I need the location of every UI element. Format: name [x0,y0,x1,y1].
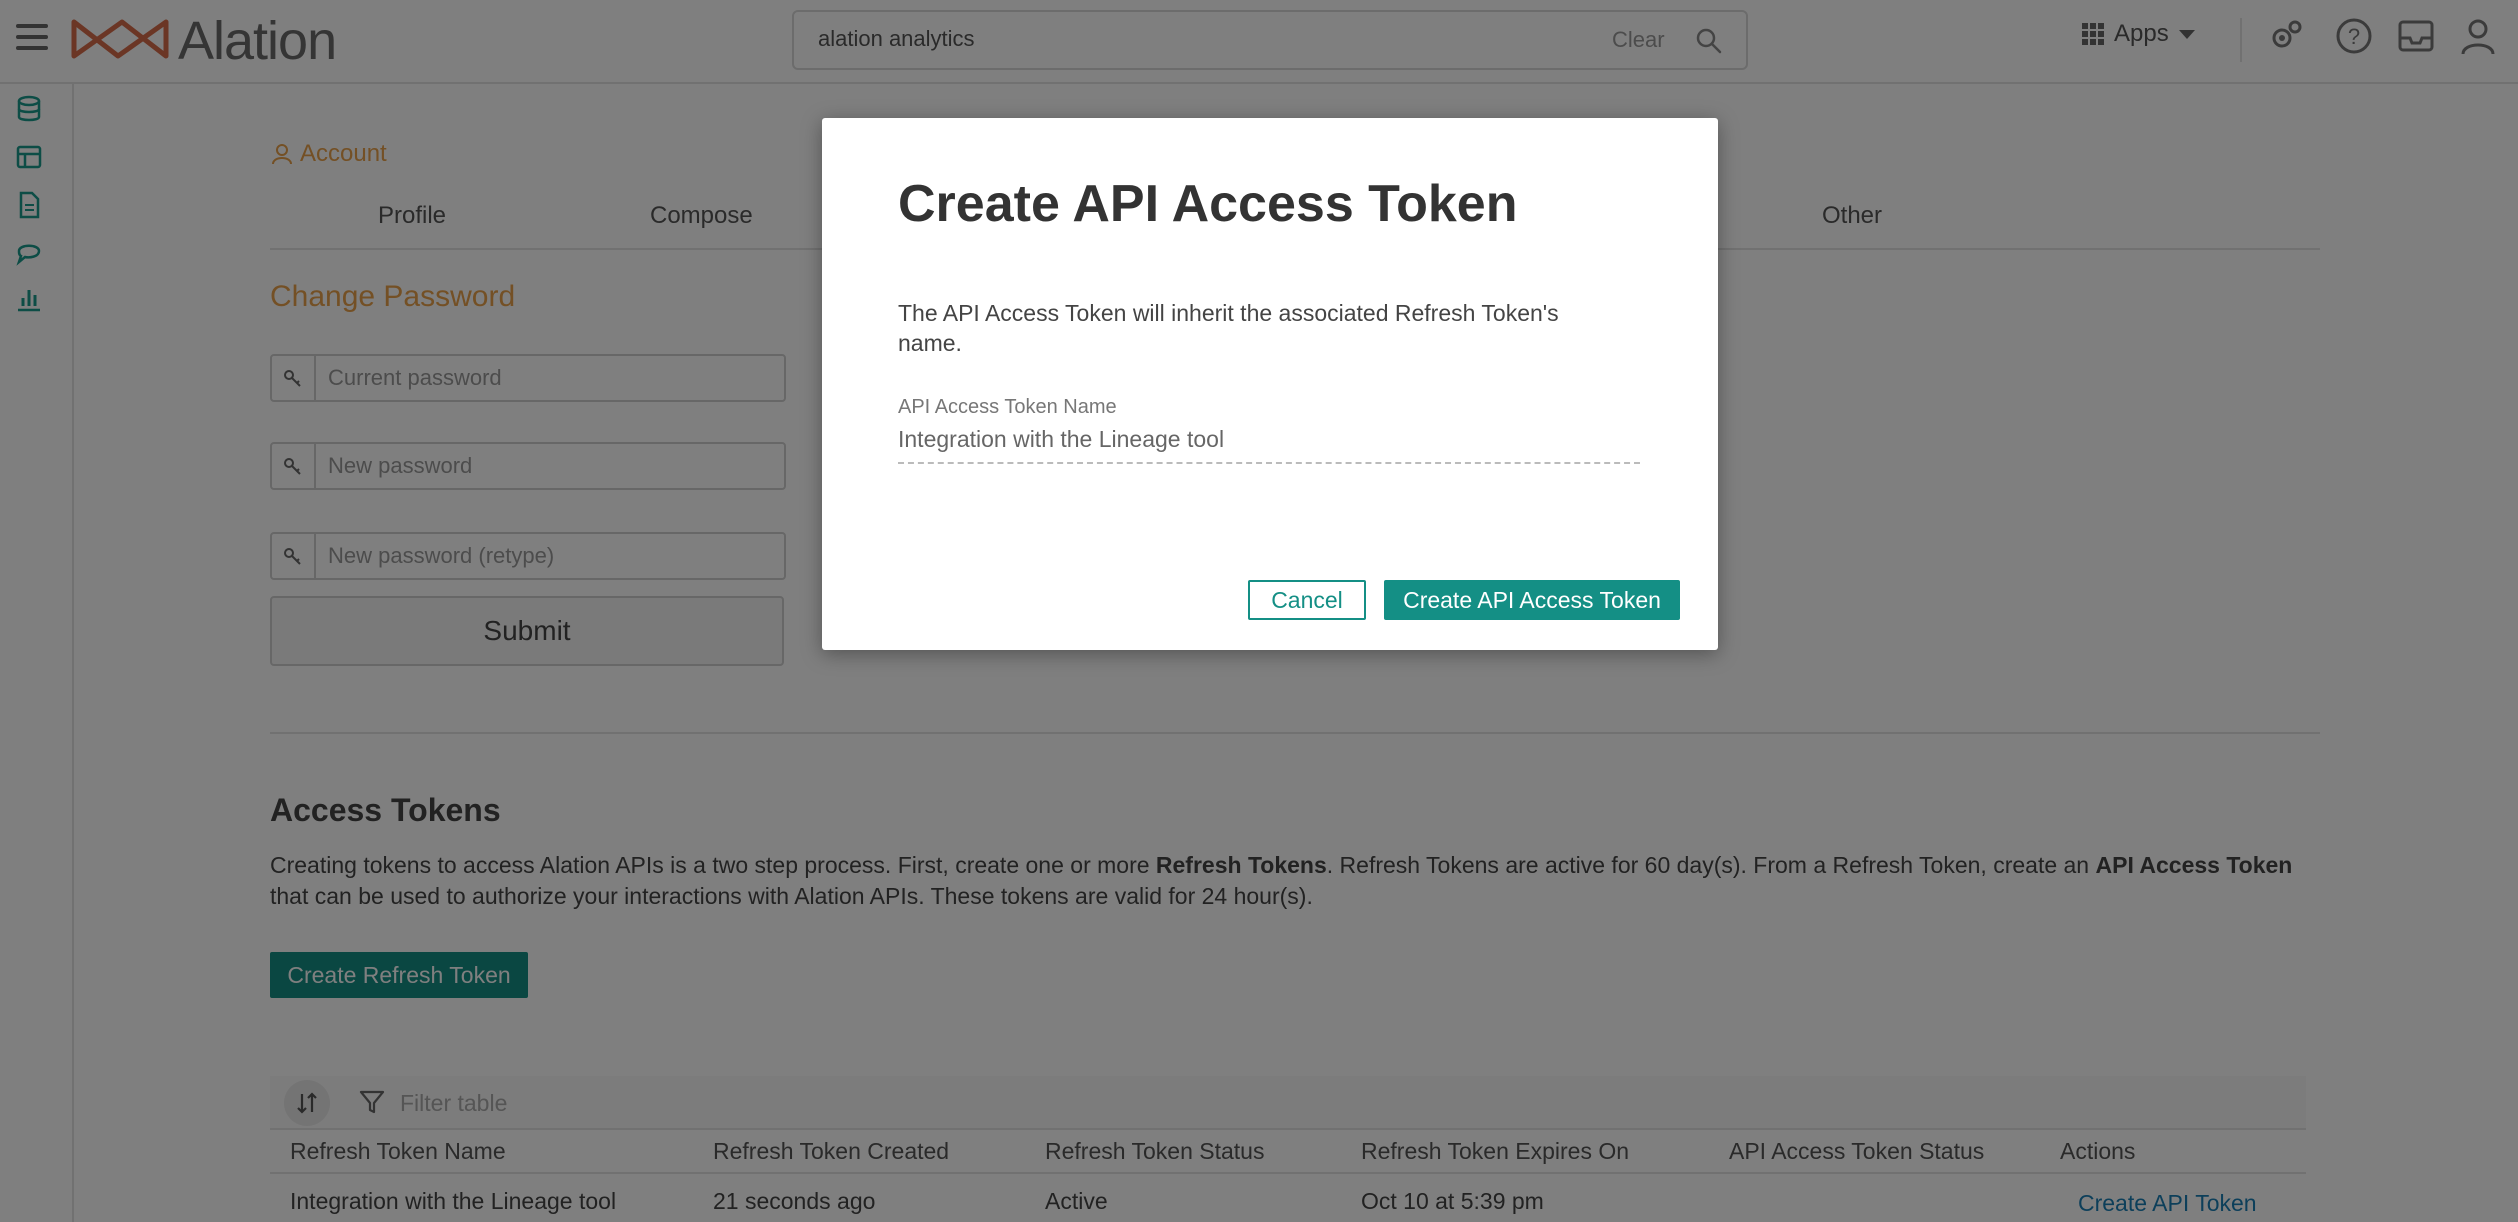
cancel-button[interactable]: Cancel [1248,580,1366,620]
create-api-access-token-button[interactable]: Create API Access Token [1384,580,1680,620]
dialog-title: Create API Access Token [898,175,1518,233]
create-api-access-token-dialog: Create API Access Token The API Access T… [822,118,1718,650]
token-name-field[interactable]: Integration with the Lineage tool [898,424,1640,464]
token-name-label: API Access Token Name [898,396,1117,418]
dialog-description: The API Access Token will inherit the as… [898,300,1559,356]
